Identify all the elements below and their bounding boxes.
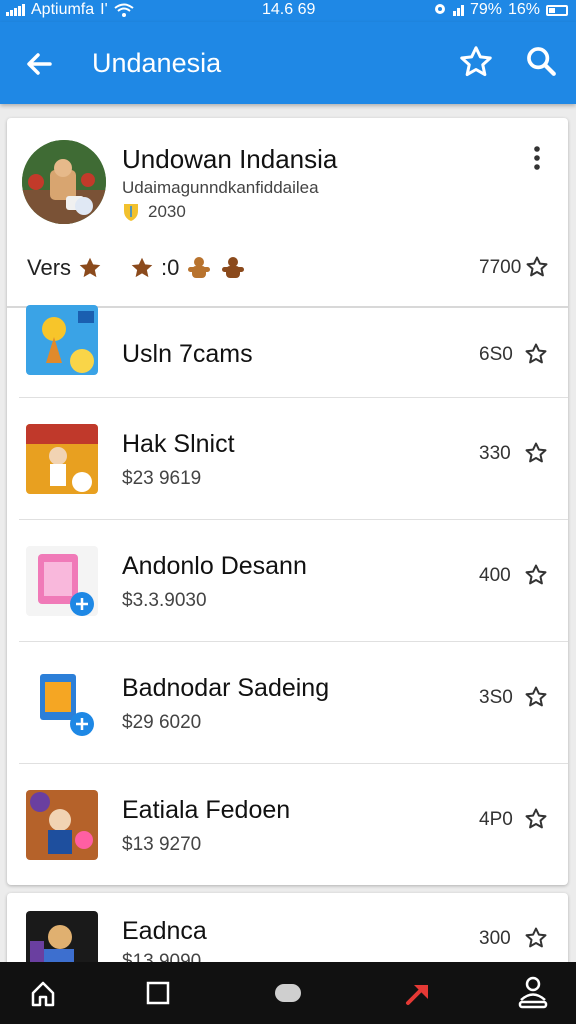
star-outline-icon[interactable] [525,255,549,279]
item-name: Hak Slnict [122,430,235,458]
carrier-label: Aptiumfa [31,1,95,18]
item-count: 3S0 [479,687,513,708]
item-name: Eatiala Fedoen [122,796,291,824]
avatar[interactable] [22,140,106,224]
recents-icon[interactable] [146,981,170,1005]
home-icon[interactable] [30,980,56,1008]
badge-value: 2030 [148,202,186,221]
gingerbread-icon [188,257,211,278]
vers-label: Vers [27,255,72,280]
status-time: 14.6 69 [262,1,316,18]
content-card: Undowan Indansia Udaimagunndkanfiddailea… [7,118,568,885]
app-thumbnail [26,424,98,494]
item-name: Eadnca [122,917,207,945]
item-count: 330 [479,443,511,464]
star-outline-icon[interactable] [524,926,548,950]
item-price: $3.3.9030 [122,590,207,611]
profile-count: 7700 [479,257,522,278]
star-outline-icon[interactable] [524,342,548,366]
battery-text: 79% [469,1,502,18]
list-item[interactable]: Hak Slnict $23 9619 330 [19,398,568,520]
arrow-icon[interactable] [404,979,432,1007]
star-outline-icon[interactable] [458,44,494,80]
page-title: Undanesia [92,48,222,78]
battery-percent: 16% [507,1,540,18]
list-item[interactable]: Usln 7cams 6S0 [19,305,568,398]
back-arrow-icon[interactable] [20,44,60,84]
item-count: 4P0 [479,809,513,830]
signal-strength-icon [452,4,464,16]
item-count: 6S0 [479,344,513,365]
status-bar: Aptiumfa I' 14.6 69 79% 16% [0,0,576,22]
item-count: 400 [479,565,511,586]
app-thumbnail [26,305,98,375]
item-price: $23 9619 [122,468,202,489]
pill-icon[interactable] [274,983,302,1003]
profile-badge: 2030 [122,202,186,222]
search-icon[interactable] [524,44,558,78]
star-outline-icon[interactable] [524,563,548,587]
profile-title: Undowan Indansia [122,144,338,174]
shield-badge-icon [124,204,138,221]
profile-header: Undowan Indansia Udaimagunndkanfiddailea… [7,118,568,308]
rating-text: :0 [161,255,180,280]
app-thumbnail [26,546,98,616]
list-item[interactable]: Andonlo Desann $3.3.9030 400 [19,520,568,642]
item-name: Badnodar Sadeing [122,674,330,702]
profile-subtitle: Udaimagunndkanfiddailea [122,178,319,197]
location-icon [434,4,445,14]
signal-icon [6,4,25,16]
item-count: 300 [479,928,511,949]
item-name: Andonlo Desann [122,552,307,580]
app-thumbnail [26,790,98,860]
bottom-nav [0,962,576,1024]
star-outline-icon[interactable] [524,441,548,465]
user-icon[interactable] [518,975,548,1009]
item-name: Usln 7cams [122,340,253,368]
star-filled-icon [79,257,101,278]
item-price: $29 6020 [122,712,202,733]
list-item[interactable]: Eatiala Fedoen $13 9270 4P0 [19,764,568,886]
item-price: $13 9270 [122,834,202,855]
star-filled-icon [131,257,153,278]
wifi-icon [114,3,134,17]
list-item[interactable]: Badnodar Sadeing $29 6020 3S0 [19,642,568,764]
more-vertical-icon[interactable] [527,144,547,174]
battery-icon [546,4,568,16]
app-bar: Undanesia [0,22,576,104]
rating-row: Vers :0 [27,254,247,282]
carrier-suffix: I' [100,1,108,18]
star-outline-icon[interactable] [524,807,548,831]
app-thumbnail [26,668,98,738]
gingerbread-icon [222,257,245,278]
star-outline-icon[interactable] [524,685,548,709]
